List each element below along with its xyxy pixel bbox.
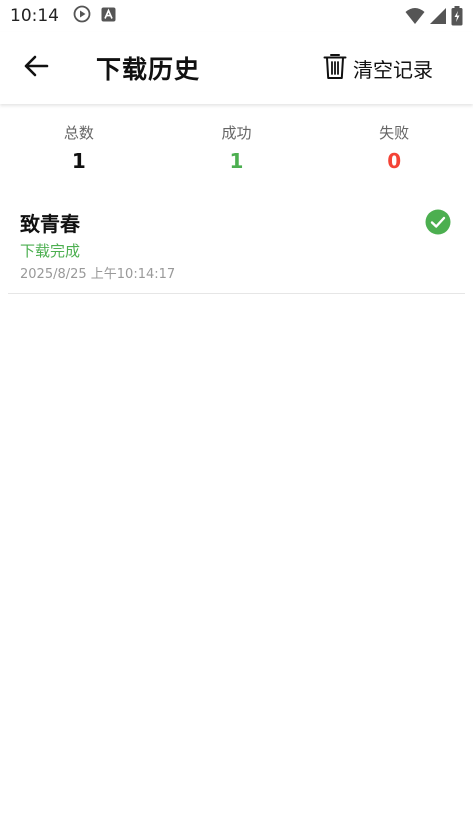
stat-failed: 失败 0 bbox=[315, 112, 473, 190]
clear-history-button[interactable]: 清空记录 bbox=[323, 52, 433, 84]
back-button[interactable] bbox=[20, 54, 52, 82]
stat-success-label: 成功 bbox=[221, 124, 252, 142]
status-left-icons bbox=[73, 5, 116, 27]
stat-success-value: 1 bbox=[229, 149, 244, 173]
battery-icon bbox=[451, 6, 463, 30]
history-item-time: 2025/8/25 上午10:14:17 bbox=[20, 267, 176, 282]
history-item-title: 致青春 bbox=[20, 212, 80, 236]
play-circle-icon bbox=[73, 5, 91, 27]
stat-total-label: 总数 bbox=[63, 124, 94, 142]
stat-success: 成功 1 bbox=[158, 112, 316, 190]
stat-total: 总数 1 bbox=[0, 112, 158, 190]
arrow-left-icon bbox=[23, 55, 49, 81]
check-circle-icon bbox=[425, 209, 451, 235]
trash-icon bbox=[323, 52, 347, 84]
clear-history-label: 清空记录 bbox=[353, 57, 433, 82]
status-right-icons bbox=[405, 6, 463, 30]
history-item[interactable]: 致青春 下载完成 2025/8/25 上午10:14:17 bbox=[8, 196, 465, 294]
a-box-icon bbox=[101, 7, 116, 26]
stat-failed-value: 0 bbox=[387, 149, 402, 173]
stats-row: 总数 1 成功 1 失败 0 bbox=[0, 112, 473, 190]
stat-failed-label: 失败 bbox=[379, 124, 410, 142]
wifi-icon bbox=[405, 7, 425, 29]
cellular-icon bbox=[429, 7, 447, 29]
status-bar: 10:14 bbox=[0, 0, 473, 32]
stat-total-value: 1 bbox=[71, 149, 86, 173]
history-item-status: 下载完成 bbox=[20, 242, 81, 260]
status-time: 10:14 bbox=[10, 6, 59, 26]
page-title: 下载历史 bbox=[96, 55, 201, 84]
app-bar: 下载历史 清空记录 bbox=[0, 32, 473, 104]
